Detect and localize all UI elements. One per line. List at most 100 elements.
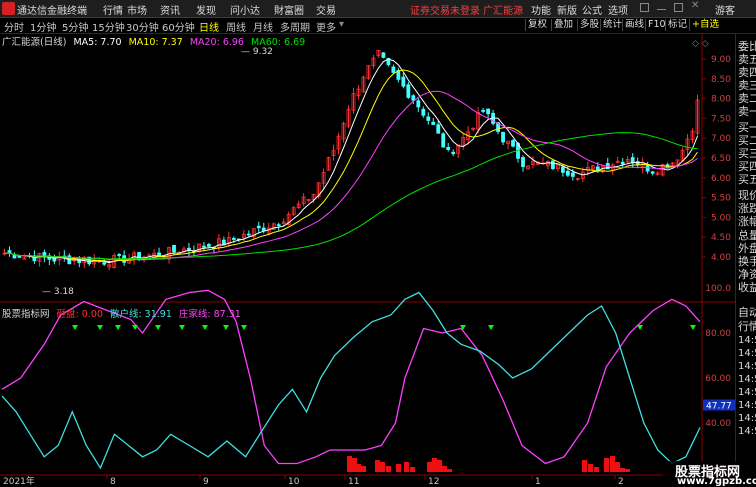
candle — [251, 227, 256, 239]
draw-line-button[interactable]: 画线 — [622, 19, 646, 31]
candle — [466, 126, 471, 145]
menu-item-ask[interactable]: 问小达 — [230, 2, 260, 17]
more-chevron-icon[interactable]: ▾ — [339, 19, 344, 30]
candle — [570, 169, 575, 181]
candle — [501, 131, 505, 145]
add-watchlist-button[interactable]: +自选 — [689, 19, 721, 31]
minimize-icon[interactable] — [657, 3, 666, 10]
menu-item-news[interactable]: 资讯 — [160, 2, 180, 17]
adjust-button[interactable]: 复权 — [525, 19, 549, 31]
crash-bar — [620, 468, 625, 472]
crash-bar — [594, 467, 599, 472]
menu-item-wealth[interactable]: 財富圈 — [274, 2, 304, 17]
candle — [640, 157, 645, 174]
candle — [575, 177, 580, 182]
candle — [52, 254, 57, 265]
overlay-button[interactable]: 叠加 — [551, 19, 575, 31]
watermark-url: www.7gpzb.com — [677, 476, 756, 487]
candle — [192, 245, 196, 256]
candle — [82, 255, 87, 268]
candle — [336, 132, 341, 155]
tab-time-share[interactable]: 分时 — [4, 19, 24, 34]
signal-marker — [637, 325, 643, 330]
candle — [461, 133, 466, 150]
maximize-icon[interactable] — [674, 3, 683, 12]
menu-item-trade[interactable]: 交易 — [316, 2, 336, 17]
signal-marker — [690, 325, 696, 330]
statistics-button[interactable]: 统计 — [600, 19, 624, 31]
candle — [366, 65, 371, 80]
candle — [37, 252, 42, 267]
candle — [197, 243, 201, 253]
close-icon[interactable]: ✕ — [691, 1, 700, 11]
multi-stock-button[interactable]: 多股 — [577, 19, 601, 31]
crash-bar — [375, 460, 380, 472]
signal-marker — [460, 325, 466, 330]
market-label[interactable]: 行情 — [738, 318, 756, 334]
tick-time: 14:56 — [738, 361, 756, 372]
candle — [655, 171, 660, 176]
tab-weekly[interactable]: 周线 — [226, 19, 246, 34]
candle — [7, 246, 12, 257]
candle — [386, 57, 391, 67]
tab-monthly[interactable]: 月线 — [253, 19, 273, 34]
tab-multi-period[interactable]: 多周期 — [280, 19, 310, 34]
ma60-line — [4, 132, 698, 260]
menu-item-discover[interactable]: 发现 — [196, 2, 216, 17]
tab-1min[interactable]: 1分钟 — [30, 19, 56, 34]
candle — [486, 108, 491, 119]
app-logo-icon — [2, 2, 15, 15]
candle — [97, 256, 102, 264]
crash-bar — [356, 464, 361, 472]
login-notice[interactable]: 证券交易未登录 广汇能源 — [410, 2, 523, 17]
mark-button[interactable]: 标记 — [665, 19, 689, 31]
menu-new-version[interactable]: 新版 — [557, 2, 577, 17]
candle — [446, 143, 451, 152]
app-title: 通达信金融终端 — [17, 6, 87, 17]
candle — [12, 252, 17, 259]
menu-item-markets[interactable]: 市场 — [127, 2, 147, 17]
menu-formula[interactable]: 公式 — [582, 2, 602, 17]
indicator-legend: 股票指标网 砸盘: 0.00 散户线: 31.91 庄家线: 87.31 — [2, 306, 245, 320]
signal-marker — [97, 325, 103, 330]
tab-60min[interactable]: 60分钟 — [162, 19, 195, 34]
candle — [481, 107, 486, 114]
candle — [680, 147, 685, 162]
menu-function[interactable]: 功能 — [531, 2, 551, 17]
candle — [321, 168, 326, 189]
stock-name[interactable]: 广汇能源(日线) — [2, 37, 66, 48]
candle — [635, 157, 640, 169]
window-menu-icon[interactable] — [640, 3, 649, 12]
price-tick: 7.50 — [711, 114, 731, 124]
tab-30min[interactable]: 30分钟 — [126, 19, 159, 34]
candle — [296, 200, 301, 209]
crash-bar — [432, 458, 437, 472]
crash-bar — [380, 462, 385, 472]
price-tick: 4.00 — [711, 253, 731, 263]
candle — [521, 155, 525, 172]
indicator-current-value: 47.77 — [706, 402, 732, 412]
candle — [645, 161, 650, 174]
guest-label[interactable]: 游客 — [715, 2, 735, 17]
candle — [177, 250, 181, 255]
tab-5min[interactable]: 5分钟 — [62, 19, 88, 34]
chart-settings-icon[interactable]: ◇ ◇ — [692, 39, 709, 49]
indicator-name[interactable]: 股票指标网 — [2, 309, 50, 320]
candle — [610, 163, 615, 175]
date-tick: 12 — [428, 477, 439, 487]
candle — [72, 256, 77, 265]
menu-item-market[interactable]: 行情 — [103, 2, 123, 17]
date-tick: 9 — [203, 477, 209, 487]
signal-marker — [202, 325, 208, 330]
candle — [511, 139, 515, 148]
signal-marker — [223, 325, 229, 330]
tab-more[interactable]: 更多 — [316, 19, 336, 34]
candle — [92, 254, 97, 268]
tab-daily[interactable]: 日线 — [199, 19, 219, 34]
date-tick: 2021年 — [3, 475, 35, 487]
candle — [311, 193, 316, 204]
candle — [231, 236, 236, 243]
tab-15min[interactable]: 15分钟 — [92, 19, 125, 34]
menu-options[interactable]: 选项 — [608, 2, 628, 17]
tick-time: 14:56 — [738, 413, 756, 424]
